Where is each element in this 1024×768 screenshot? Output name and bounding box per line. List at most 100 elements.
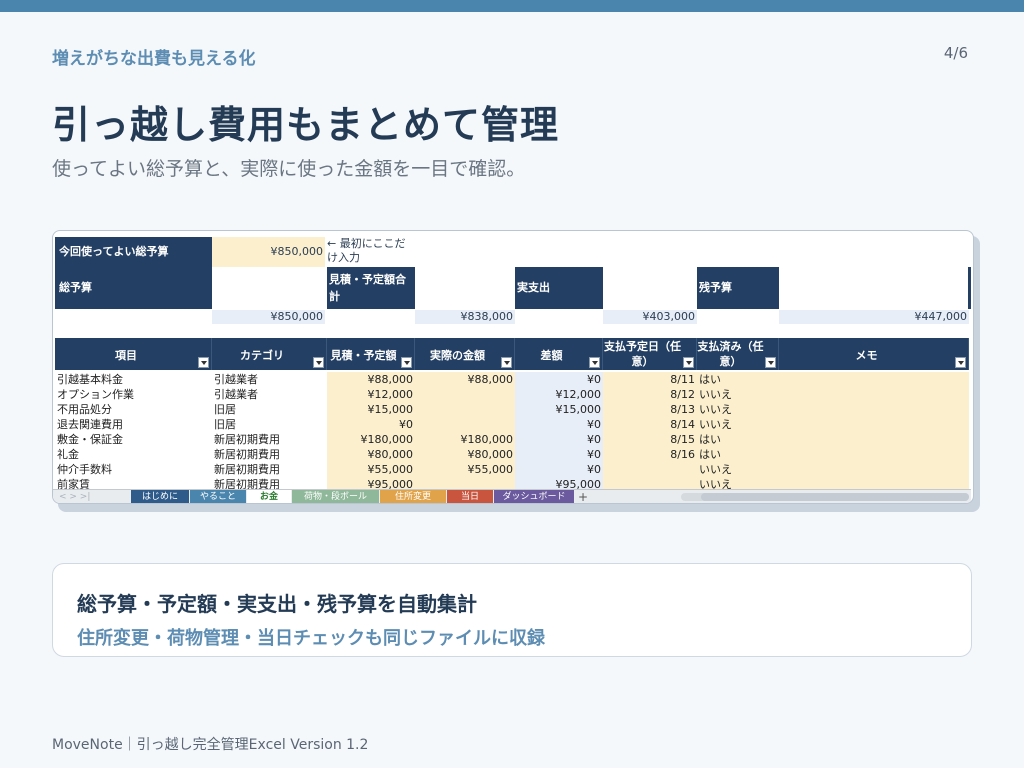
cell-actual[interactable]: ¥88,000 (415, 372, 515, 387)
column-header-category[interactable]: カテゴリ (212, 338, 327, 370)
table-row: 敷金・保証金 新居初期費用 ¥180,000 ¥180,000 ¥0 8/15 はい (53, 432, 971, 447)
cell-date[interactable] (603, 462, 697, 477)
column-header-estimate[interactable]: 見積・予定額 (327, 338, 415, 370)
footer-text: MoveNote｜引っ越し完全管理Excel Version 1.2 (52, 737, 369, 753)
cell-diff[interactable]: ¥0 (515, 447, 603, 462)
tab-scroll-arrows[interactable]: < > >| (59, 490, 90, 503)
column-header-paid[interactable]: 支払済み（任意） (697, 338, 779, 370)
column-header-item[interactable]: 項目 (55, 338, 212, 370)
cell-item[interactable]: 敷金・保証金 (55, 432, 212, 447)
cell-item[interactable]: オプション作業 (55, 387, 212, 402)
cell-actual[interactable] (415, 387, 515, 402)
cell-diff[interactable]: ¥0 (515, 372, 603, 387)
filter-dropdown-icon[interactable] (313, 357, 324, 368)
cell-category[interactable]: 引越業者 (212, 387, 327, 402)
cell-item[interactable]: 不用品処分 (55, 402, 212, 417)
cell-memo[interactable] (779, 402, 969, 417)
sheet-tab[interactable]: お金 (247, 490, 291, 503)
cell-memo[interactable] (779, 462, 969, 477)
cell-date[interactable]: 8/16 (603, 447, 697, 462)
cell-item[interactable]: 仲介手数料 (55, 462, 212, 477)
cell-diff[interactable]: ¥15,000 (515, 402, 603, 417)
feature-heading: 総予算・予定額・実支出・残予算を自動集計 (77, 592, 477, 616)
table-row: 礼金 新居初期費用 ¥80,000 ¥80,000 ¥0 8/16 はい (53, 447, 971, 462)
sheet-tab[interactable]: はじめに (131, 490, 189, 503)
table-row: 不用品処分 旧居 ¥15,000 ¥15,000 8/13 いいえ (53, 402, 971, 417)
cell-estimate[interactable]: ¥180,000 (327, 432, 415, 447)
cell-diff[interactable]: ¥0 (515, 462, 603, 477)
scrollbar-thumb[interactable] (701, 493, 969, 501)
header-edge (968, 267, 971, 309)
cell-date[interactable]: 8/13 (603, 402, 697, 417)
filter-dropdown-icon[interactable] (198, 357, 209, 368)
cell-memo[interactable] (779, 387, 969, 402)
cell-paid[interactable]: いいえ (697, 402, 779, 417)
cell-memo[interactable] (779, 432, 969, 447)
add-sheet-button[interactable]: + (576, 490, 590, 503)
filter-dropdown-icon[interactable] (765, 357, 776, 368)
column-header-diff[interactable]: 差額 (515, 338, 603, 370)
sheet-tab[interactable]: 当日 (447, 490, 493, 503)
cell-date[interactable]: 8/11 (603, 372, 697, 387)
column-header-date[interactable]: 支払予定日（任意） (603, 338, 697, 370)
page-number: 4/6 (943, 44, 968, 62)
cell-category[interactable]: 旧居 (212, 417, 327, 432)
page-title: 引っ越し費用もまとめて管理 (52, 103, 560, 147)
cell-estimate[interactable]: ¥55,000 (327, 462, 415, 477)
sheet-tab[interactable]: 荷物・段ボール (292, 490, 379, 503)
cell-memo[interactable] (779, 372, 969, 387)
cell-diff[interactable]: ¥0 (515, 432, 603, 447)
horizontal-scrollbar[interactable] (681, 493, 969, 501)
actual-total-value: ¥403,000 (603, 310, 697, 324)
filter-dropdown-icon[interactable] (401, 357, 412, 368)
cell-estimate[interactable]: ¥88,000 (327, 372, 415, 387)
actual-total-label: 実支出 (515, 267, 603, 309)
cell-estimate[interactable]: ¥80,000 (327, 447, 415, 462)
cell-paid[interactable]: いいえ (697, 417, 779, 432)
cell-diff[interactable]: ¥12,000 (515, 387, 603, 402)
cell-category[interactable]: 新居初期費用 (212, 447, 327, 462)
cell-paid[interactable]: いいえ (697, 462, 779, 477)
column-header-actual[interactable]: 実際の金額 (415, 338, 515, 370)
cell-actual[interactable] (415, 417, 515, 432)
cell-estimate[interactable]: ¥0 (327, 417, 415, 432)
cell-diff[interactable]: ¥0 (515, 417, 603, 432)
sheet-tab[interactable]: ダッシュボード (494, 490, 574, 503)
filter-dropdown-icon[interactable] (589, 357, 600, 368)
remaining-value: ¥447,000 (779, 310, 969, 324)
cell-estimate[interactable]: ¥12,000 (327, 387, 415, 402)
cell-actual[interactable]: ¥80,000 (415, 447, 515, 462)
cell-date[interactable]: 8/14 (603, 417, 697, 432)
table-row: 引越基本料金 引越業者 ¥88,000 ¥88,000 ¥0 8/11 はい (53, 372, 971, 387)
sheet-tab[interactable]: やること (190, 490, 246, 503)
filter-dropdown-icon[interactable] (683, 357, 694, 368)
page-subtitle: 使ってよい総予算と、実際に使った金額を一目で確認。 (52, 158, 526, 180)
cell-category[interactable]: 引越業者 (212, 372, 327, 387)
cell-date[interactable]: 8/12 (603, 387, 697, 402)
cell-item[interactable]: 引越基本料金 (55, 372, 212, 387)
cell-actual[interactable]: ¥55,000 (415, 462, 515, 477)
cell-estimate[interactable]: ¥15,000 (327, 402, 415, 417)
estimate-total-value: ¥838,000 (415, 310, 515, 324)
sheet-tab[interactable]: 住所変更 (380, 490, 446, 503)
cell-item[interactable]: 礼金 (55, 447, 212, 462)
cell-item[interactable]: 退去関連費用 (55, 417, 212, 432)
budget-input[interactable]: ¥850,000 (212, 237, 325, 267)
cell-memo[interactable] (779, 447, 969, 462)
cell-paid[interactable]: はい (697, 432, 779, 447)
cell-actual[interactable] (415, 402, 515, 417)
budget-note: ← 最初にここだけ入力 (327, 237, 406, 264)
filter-dropdown-icon[interactable] (955, 357, 966, 368)
cell-category[interactable]: 旧居 (212, 402, 327, 417)
column-header-memo[interactable]: メモ (779, 338, 969, 370)
cell-category[interactable]: 新居初期費用 (212, 432, 327, 447)
total-budget-value: ¥850,000 (212, 310, 325, 324)
cell-memo[interactable] (779, 417, 969, 432)
filter-dropdown-icon[interactable] (501, 357, 512, 368)
cell-paid[interactable]: はい (697, 447, 779, 462)
cell-paid[interactable]: いいえ (697, 387, 779, 402)
cell-date[interactable]: 8/15 (603, 432, 697, 447)
cell-actual[interactable]: ¥180,000 (415, 432, 515, 447)
cell-paid[interactable]: はい (697, 372, 779, 387)
cell-category[interactable]: 新居初期費用 (212, 462, 327, 477)
